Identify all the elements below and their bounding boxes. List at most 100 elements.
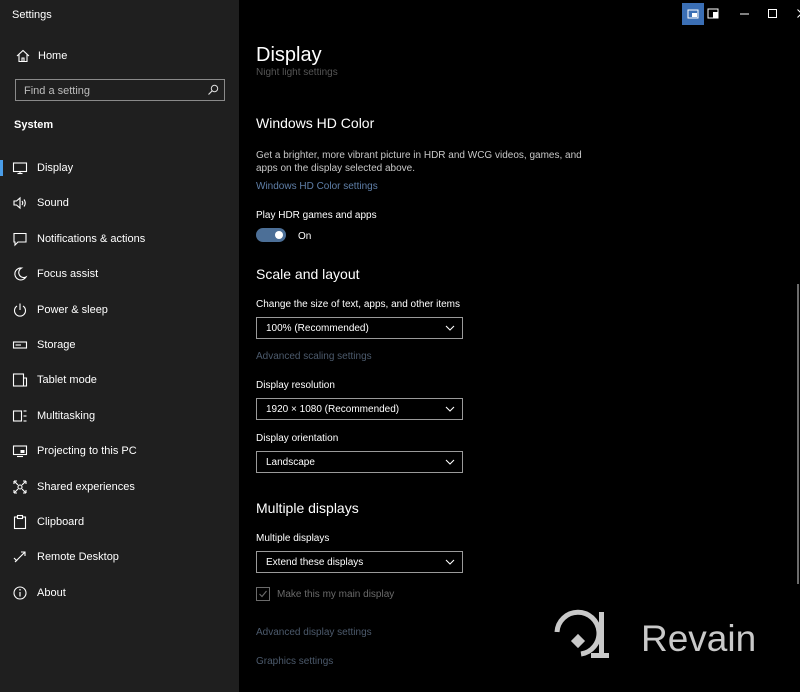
snap-layout-button[interactable] [702,3,724,25]
watermark-text: Revain [641,618,757,659]
sidebar-item-label: Focus assist [37,268,99,281]
sidebar-item-label: Remote Desktop [37,551,119,564]
sidebar-item-label: About [37,586,66,599]
monitor-icon [12,162,28,175]
moon-icon [14,267,28,281]
sidebar-item-display[interactable]: Display [0,150,239,185]
section-title: System [14,119,54,131]
home-nav-item[interactable]: Home [0,44,239,68]
sidebar-item-shared-experiences[interactable]: Shared experiences [0,469,239,504]
close-button[interactable] [791,3,800,25]
minimize-button[interactable] [734,3,756,25]
shared-icon [13,479,27,494]
minimize-icon [740,13,749,15]
sidebar-item-remote-desktop[interactable]: Remote Desktop [0,539,239,574]
chevron-down-icon [445,406,455,412]
main-display-checkbox[interactable] [256,587,270,601]
advanced-display-settings-link[interactable]: Advanced display settings [256,627,372,638]
resolution-dropdown[interactable]: 1920 × 1080 (Recommended) [256,398,463,420]
compact-overlay-button[interactable] [682,3,704,25]
scrollbar[interactable] [792,34,800,692]
sidebar-item-focus-assist[interactable]: Focus assist [0,256,239,291]
sidebar-item-label: Tablet mode [37,374,97,387]
resolution-label: Display resolution [256,380,335,391]
multiple-displays-title: Multiple displays [256,500,359,516]
nav-list: Display Sound Notifications & actions Fo… [0,150,239,610]
sidebar-item-clipboard[interactable]: Clipboard [0,504,239,539]
home-icon [16,49,30,63]
dropdown-value: Extend these displays [266,557,364,568]
sidebar-item-label: Multitasking [37,409,96,422]
titlebar-buttons [660,0,800,28]
info-icon [13,586,27,600]
search-box[interactable] [15,79,225,101]
revain-logo-icon [554,609,609,658]
sidebar-item-storage[interactable]: Storage [0,327,239,362]
sidebar: Settings Home System Dis [0,0,239,692]
power-icon [13,303,27,317]
chevron-down-icon [445,459,455,465]
remote-desktop-icon [13,551,26,563]
search-input[interactable] [22,82,206,100]
dropdown-value: 1920 × 1080 (Recommended) [266,404,400,415]
graphics-settings-link[interactable]: Graphics settings [256,656,333,667]
multiple-displays-dropdown[interactable]: Extend these displays [256,551,463,573]
scrollbar-thumb[interactable] [797,284,799,584]
dropdown-value: 100% (Recommended) [266,323,369,334]
maximize-icon [768,9,777,18]
dropdown-value: Landscape [266,457,315,468]
hdr-toggle-state: On [298,231,312,242]
advanced-scaling-link[interactable]: Advanced scaling settings [256,351,372,362]
window-title: Settings [12,9,52,21]
main-content: Display Night light settings Windows HD … [239,0,800,692]
snap-layout-icon [707,8,719,19]
sidebar-item-label: Projecting to this PC [37,445,137,458]
chevron-down-icon [445,559,455,565]
tablet-icon [12,373,28,387]
scale-dropdown[interactable]: 100% (Recommended) [256,317,463,339]
sidebar-item-multitasking[interactable]: Multitasking [0,398,239,433]
main-display-label: Make this my main display [277,589,395,600]
hdr-label: Play HDR games and apps [256,210,377,221]
speaker-icon [13,197,26,210]
sidebar-item-label: Shared experiences [37,480,135,493]
home-label: Home [38,50,68,62]
multitasking-icon [12,410,27,422]
toggle-knob [275,231,283,239]
projecting-icon [12,445,28,458]
sidebar-item-tablet-mode[interactable]: Tablet mode [0,362,239,397]
sidebar-item-label: Display [37,162,74,174]
clipboard-icon [13,514,27,529]
hd-color-description: Get a brighter, more vibrant picture in … [256,150,582,174]
hd-color-title: Windows HD Color [256,115,375,131]
sidebar-item-label: Clipboard [37,515,85,528]
maximize-button[interactable] [762,3,784,25]
sidebar-item-label: Power & sleep [37,303,108,316]
page-title: Display [256,44,322,66]
sidebar-item-label: Storage [37,338,76,351]
night-light-link[interactable]: Night light settings [256,68,338,77]
search-icon[interactable] [207,84,219,96]
compact-overlay-icon [687,9,699,19]
close-icon [797,9,800,18]
sidebar-item-label: Notifications & actions [37,232,146,245]
storage-icon [12,341,28,349]
orientation-label: Display orientation [256,433,339,444]
settings-window: Settings Home System Dis [0,0,800,692]
scale-size-label: Change the size of text, apps, and other… [256,299,461,310]
sidebar-item-label: Sound [37,197,69,210]
sidebar-item-about[interactable]: About [0,575,239,610]
sidebar-item-notifications[interactable]: Notifications & actions [0,221,239,256]
multiple-displays-label: Multiple displays [256,533,330,544]
notification-icon [13,232,27,247]
hdr-toggle[interactable] [256,228,286,242]
scale-layout-title: Scale and layout [256,266,360,282]
checkmark-icon [259,590,267,598]
orientation-dropdown[interactable]: Landscape [256,451,463,473]
hd-color-settings-link[interactable]: Windows HD Color settings [256,181,378,192]
sidebar-item-sound[interactable]: Sound [0,185,239,220]
sidebar-item-power-sleep[interactable]: Power & sleep [0,292,239,327]
sidebar-item-projecting[interactable]: Projecting to this PC [0,433,239,468]
chevron-down-icon [445,325,455,331]
watermark: Revain [553,606,783,666]
